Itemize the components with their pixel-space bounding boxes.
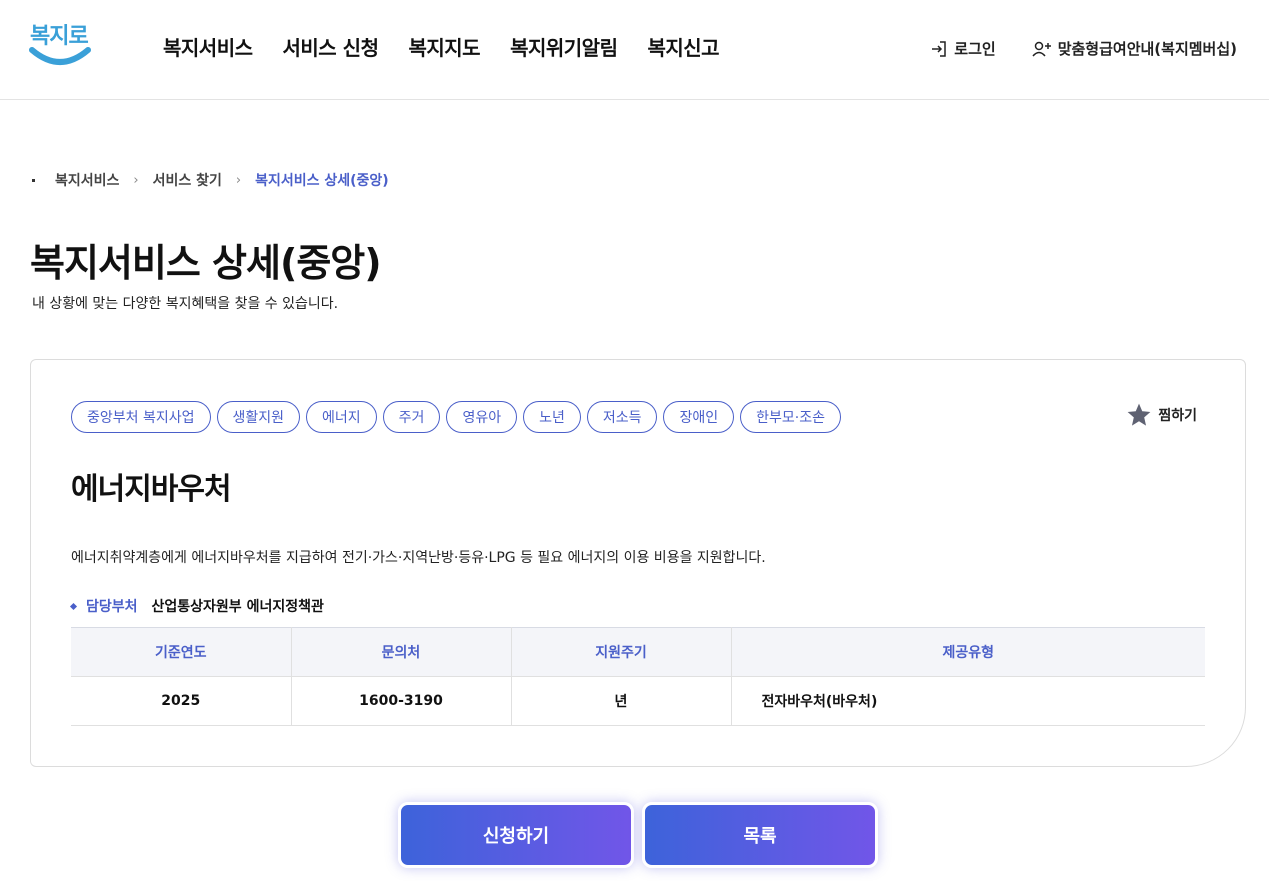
breadcrumb: 복지서비스 › 서비스 찾기 › 복지서비스 상세(중앙) [32,170,389,190]
bookmark-label: 찜하기 [1158,408,1197,424]
action-buttons: 신청하기 목록 [398,802,878,868]
cell-contact: 1600-3190 [291,676,512,726]
tag-infant[interactable]: 영유아 [446,401,518,433]
table-row: 2025 1600-3190 년 전자바우처(바우처) [71,676,1205,726]
chevron-right-icon: › [133,172,139,188]
service-card: 중앙부처 복지사업 생활지원 에너지 주거 영유아 노년 저소득 장애인 한부모… [30,359,1246,767]
diamond-bullet-icon [69,602,78,610]
chevron-right-icon: › [235,172,242,188]
service-title: 에너지바우처 [71,472,232,507]
breadcrumb-item-service-search[interactable]: 서비스 찾기 [153,170,222,190]
logo-smile-icon [29,47,91,65]
tag-disabled[interactable]: 장애인 [663,401,735,433]
tag-elderly[interactable]: 노년 [523,401,581,433]
login-link[interactable]: 로그인 [930,38,996,59]
cell-cycle: 년 [511,676,732,726]
membership-link[interactable]: 맞춤형급여안내(복지멤버십) [1032,38,1237,59]
tag-energy[interactable]: 에너지 [306,401,377,433]
col-header-contact: 문의처 [291,627,512,677]
tag-central-welfare[interactable]: 중앙부처 복지사업 [71,401,211,433]
user-add-icon [1032,41,1051,57]
col-header-cycle: 지원주기 [511,627,732,677]
list-button[interactable]: 목록 [642,802,878,868]
tag-low-income[interactable]: 저소득 [586,401,658,433]
apply-button[interactable]: 신청하기 [398,802,634,868]
login-label: 로그인 [954,40,996,58]
star-icon [1127,403,1151,426]
cell-year: 2025 [71,676,292,726]
service-info-table: 기준연도 문의처 지원주기 제공유형 2025 1600-3190 년 전자바우… [71,627,1205,726]
col-header-year: 기준연도 [71,627,292,677]
cell-type: 전자바우처(바우처) [731,676,1205,726]
department-info: 담당부처 산업통상자원부 에너지정책관 [69,596,324,616]
tag-living-support[interactable]: 생활지원 [216,401,301,433]
service-description: 에너지취약계층에게 에너지바우처를 지급하여 전기·가스·지역난방·등유·LPG… [71,550,766,566]
site-logo[interactable]: 복지로 [28,18,92,72]
page-title: 복지서비스 상세(중앙) [30,241,382,285]
breadcrumb-item-current: 복지서비스 상세(중앙) [255,173,389,189]
nav-welfare-map[interactable]: 복지지도 [408,32,480,61]
breadcrumb-item-welfare-service[interactable]: 복지서비스 [55,170,119,190]
login-icon [932,40,947,57]
main-nav: 복지서비스 서비스 신청 복지지도 복지위기알림 복지신고 [163,32,720,61]
breadcrumb-bullet [32,178,35,182]
table-header-row: 기준연도 문의처 지원주기 제공유형 [71,627,1205,677]
header-utility: 로그인 맞춤형급여안내(복지멤버십) [930,38,1237,59]
nav-welfare-report[interactable]: 복지신고 [647,32,719,61]
nav-welfare-service[interactable]: 복지서비스 [163,32,253,61]
bookmark-button[interactable]: 찜하기 [1126,402,1197,428]
page-description: 내 상황에 맞는 다양한 복지혜택을 찾을 수 있습니다. [32,296,339,312]
membership-label: 맞춤형급여안내(복지멤버십) [1057,40,1237,58]
tag-housing[interactable]: 주거 [382,401,441,433]
department-value: 산업통상자원부 에너지정책관 [151,599,324,615]
department-label: 담당부처 [86,599,138,615]
service-tags: 중앙부처 복지사업 생활지원 에너지 주거 영유아 노년 저소득 장애인 한부모… [71,401,841,433]
nav-crisis-alert[interactable]: 복지위기알림 [510,32,618,61]
site-header: 복지로 복지서비스 서비스 신청 복지지도 복지위기알림 복지신고 로그인 맞춤… [0,0,1269,100]
tag-single-parent[interactable]: 한부모·조손 [740,401,841,433]
col-header-type: 제공유형 [731,627,1205,677]
nav-service-apply[interactable]: 서비스 신청 [283,32,379,61]
